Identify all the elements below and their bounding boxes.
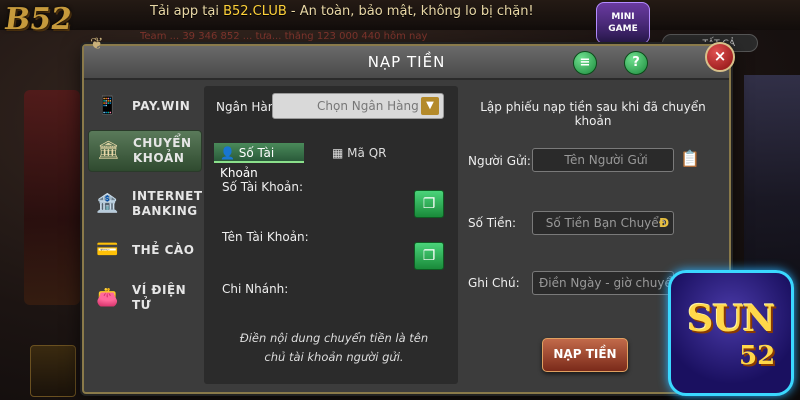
note-placeholder: Điền Ngày - giờ chuyển tiền	[539, 276, 673, 290]
mobile-bank-icon: 🏦	[96, 193, 119, 214]
game-thumbnail[interactable]	[24, 90, 80, 305]
card-icon: 💳	[96, 239, 119, 260]
amount-input[interactable]: Số Tiền Bạn Chuyển Đ	[532, 211, 674, 235]
chevron-down-icon: ▼	[421, 97, 439, 115]
copy-account-number-button[interactable]: ❐	[414, 190, 444, 218]
copy-icon: ❐	[422, 248, 436, 264]
note-input[interactable]: Điền Ngày - giờ chuyển tiền	[532, 271, 674, 295]
amount-placeholder: Số Tiền Bạn Chuyển	[545, 216, 667, 230]
sidebar-item-internet-banking[interactable]: 🏦 INTERNET BANKING	[88, 184, 203, 224]
bank-icon: 🏛	[97, 140, 120, 161]
game-thumbnail[interactable]	[30, 345, 76, 397]
question-icon: ?	[632, 55, 640, 70]
tab-qr-code[interactable]: ▦ Mã QR	[326, 143, 396, 163]
sun-brand-number: 52	[739, 341, 776, 371]
minigame-button[interactable]: MINI GAME	[596, 2, 650, 44]
sun52-logo: SUN 52	[668, 270, 794, 396]
deposit-submit-button[interactable]: NẠP TIỀN	[542, 338, 628, 372]
phone-money-icon: 📱	[96, 95, 119, 116]
bank-select[interactable]: Chọn Ngân Hàng ▼	[272, 93, 444, 119]
sun-brand-text: SUN	[687, 298, 775, 340]
sidebar-item-label: VÍ ĐIỆN TỬ	[132, 283, 187, 312]
copy-account-name-button[interactable]: ❐	[414, 242, 444, 270]
b52-logo: B52	[2, 2, 75, 37]
document-icon: ≡	[579, 55, 591, 70]
close-icon: ×	[713, 47, 727, 65]
account-name-label: Tên Tài Khoản:	[222, 230, 309, 244]
note-label: Ghi Chú:	[468, 276, 520, 290]
bank-select-placeholder: Chọn Ngân Hàng	[317, 99, 419, 113]
payment-method-sidebar: 📱 PAY.WIN 🏛 CHUYỂN KHOẢN 🏦 INTERNET BANK…	[84, 80, 202, 390]
tab-label: Mã QR	[347, 146, 387, 160]
transfer-note: Điền nội dung chuyển tiền là tên chủ tài…	[239, 331, 429, 364]
history-button[interactable]: ≡	[573, 51, 597, 75]
branch-label: Chi Nhánh:	[222, 282, 289, 296]
qr-icon: ▦	[332, 146, 344, 160]
minigame-label: MINI GAME	[608, 12, 638, 34]
sidebar-item-label: CHUYỂN KHOẢN	[133, 136, 192, 165]
game-thumbnail[interactable]	[744, 75, 800, 285]
form-hint: Lập phiếu nạp tiền sau khi đã chuyển kho…	[480, 100, 706, 128]
dialog-titlebar: ❦ NẠP TIỀN ≡ ?	[84, 34, 729, 80]
banner-prefix: Tải app tại	[150, 4, 224, 19]
sidebar-item-label: PAY.WIN	[132, 98, 191, 113]
sidebar-item-vi-dien-tu[interactable]: 👛 VÍ ĐIỆN TỬ	[88, 278, 200, 318]
close-button[interactable]: ×	[705, 42, 735, 72]
sidebar-item-chuyen-khoan[interactable]: 🏛 CHUYỂN KHOẢN	[88, 130, 202, 172]
sender-label: Người Gửi:	[468, 154, 531, 168]
deposit-dialog: ❦ NẠP TIỀN ≡ ? × 📱 PAY.WIN 🏛 CHUYỂN KHOẢ…	[82, 34, 735, 394]
copy-icon: ❐	[422, 196, 436, 212]
sidebar-item-label: INTERNET BANKING	[132, 189, 203, 218]
person-icon: 👤	[220, 146, 235, 160]
account-number-label: Số Tài Khoản:	[222, 180, 304, 194]
amount-label: Số Tiền:	[468, 216, 517, 230]
winner-ticker: Team ... 39 346 852 ... tưa... thắng 123…	[140, 31, 428, 42]
help-button[interactable]: ?	[624, 51, 648, 75]
promo-banner: Tải app tại B52.CLUB - An toàn, bảo mật,…	[150, 4, 580, 24]
tab-account-number[interactable]: 👤 Số Tài Khoản	[214, 143, 304, 180]
banner-club: B52.CLUB	[223, 4, 287, 19]
banner-suffix: - An toàn, bảo mật, không lo bị chặn!	[286, 4, 534, 19]
bank-transfer-panel: Ngân Hàng: Chọn Ngân Hàng ▼ 👤 Số Tài Kho…	[204, 86, 458, 384]
sender-input[interactable]: Tên Người Gửi	[532, 148, 674, 172]
wallet-icon: 👛	[96, 287, 119, 308]
sidebar-item-the-cao[interactable]: 💳 THẺ CÀO	[88, 230, 200, 270]
clipboard-icon[interactable]: 📋	[680, 149, 700, 171]
sender-placeholder: Tên Người Gửi	[564, 153, 648, 167]
currency-icon: Đ	[658, 216, 669, 230]
sidebar-item-label: THẺ CÀO	[132, 242, 195, 257]
sidebar-item-paywin[interactable]: 📱 PAY.WIN	[88, 86, 200, 126]
